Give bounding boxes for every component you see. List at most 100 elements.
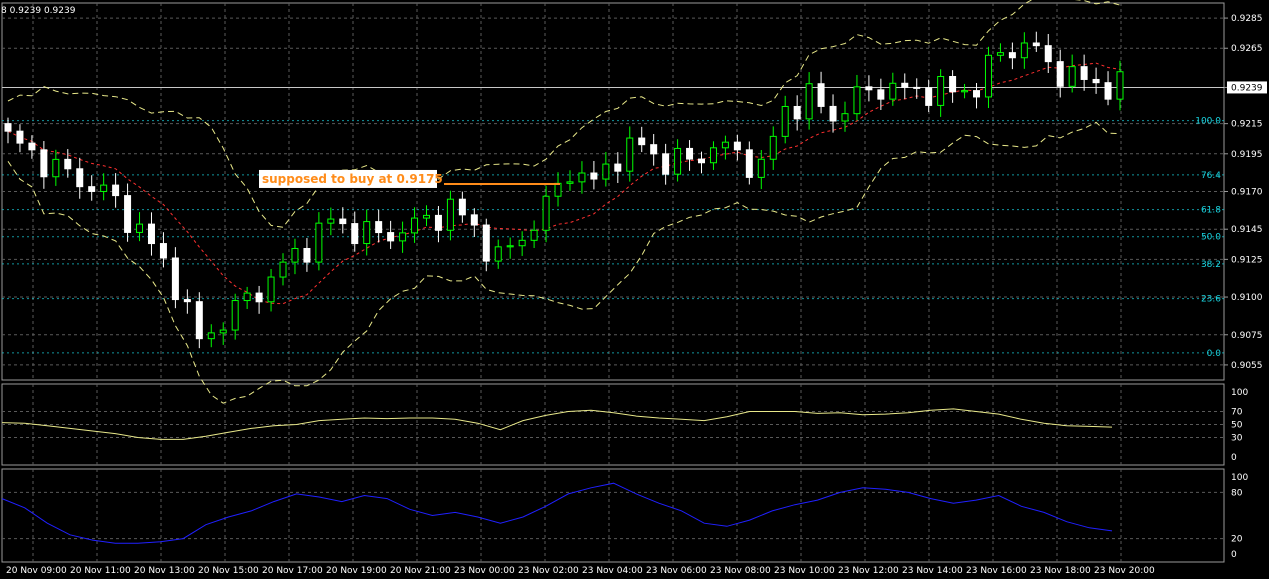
fib-level-label: 38.2 bbox=[1201, 260, 1221, 270]
candle-bear bbox=[973, 90, 981, 98]
candle-bear bbox=[877, 89, 885, 100]
candle-bear bbox=[1056, 61, 1064, 87]
candle-bull bbox=[267, 276, 275, 303]
candle-bull bbox=[554, 182, 562, 197]
candle-bull bbox=[100, 184, 108, 192]
stochastic-tick-label: 100 bbox=[1231, 473, 1248, 483]
candle-bear bbox=[793, 105, 801, 120]
time-tick-label: 23 Nov 08:00 bbox=[710, 566, 771, 576]
time-tick-label: 23 Nov 04:00 bbox=[582, 566, 643, 576]
candle-bull bbox=[721, 141, 729, 149]
candle-bull bbox=[841, 113, 849, 122]
fib-level-label: 100.0 bbox=[1195, 117, 1221, 127]
candle-bear bbox=[147, 223, 155, 245]
time-tick-label: 23 Nov 00:00 bbox=[454, 566, 515, 576]
candle-bear bbox=[482, 224, 490, 262]
candle-bull bbox=[411, 217, 419, 234]
candle-bear bbox=[387, 232, 395, 242]
fib-level-label: 61.8 bbox=[1201, 206, 1221, 216]
candle-bull bbox=[52, 158, 60, 178]
candle-bull bbox=[805, 83, 813, 120]
time-tick-label: 20 Nov 21:00 bbox=[390, 566, 451, 576]
price-tick-label: 0.9170 bbox=[1231, 188, 1263, 198]
annotation-text: supposed to buy at 0.9175 bbox=[262, 172, 443, 186]
candle-bear bbox=[901, 82, 909, 88]
candle-bear bbox=[590, 172, 598, 180]
time-tick-label: 20 Nov 15:00 bbox=[198, 566, 259, 576]
candle-bull bbox=[518, 239, 526, 247]
candle-bear bbox=[829, 105, 837, 122]
candle-bull bbox=[422, 214, 430, 219]
candle-bear bbox=[925, 87, 933, 106]
candle-bull bbox=[769, 135, 777, 160]
candle-bear bbox=[1104, 82, 1112, 100]
candle-bear bbox=[159, 243, 167, 259]
time-tick-label: 20 Nov 17:00 bbox=[262, 566, 323, 576]
candle-bear bbox=[817, 83, 825, 107]
candle-bear bbox=[470, 214, 478, 226]
candle-bear bbox=[1080, 66, 1088, 80]
current-price-label: 0.9239 bbox=[1231, 83, 1263, 93]
candle-bull bbox=[984, 54, 992, 98]
candle-bear bbox=[40, 149, 48, 178]
candle-bull bbox=[542, 195, 550, 231]
candle-bull bbox=[937, 76, 945, 106]
rsi-tick-label: 30 bbox=[1231, 434, 1243, 444]
price-tick-label: 0.9285 bbox=[1231, 14, 1263, 24]
candle-bull bbox=[327, 218, 335, 224]
candle-bear bbox=[1044, 45, 1052, 63]
candle-bull bbox=[602, 163, 610, 180]
candle-bear bbox=[614, 163, 622, 172]
candle-bull bbox=[674, 147, 682, 175]
candle-bear bbox=[375, 221, 383, 234]
candle-bear bbox=[171, 257, 179, 301]
stochastic-tick-label: 0 bbox=[1231, 550, 1237, 560]
header-text: 8 0.9239 0.9239 bbox=[1, 6, 76, 16]
candle-bear bbox=[745, 149, 753, 178]
candle-bear bbox=[339, 218, 347, 225]
candle-bull bbox=[853, 86, 861, 115]
candle-bull bbox=[494, 246, 502, 262]
time-tick-label: 23 Nov 18:00 bbox=[1030, 566, 1091, 576]
candle-bull bbox=[709, 147, 717, 164]
price-tick-label: 0.9125 bbox=[1231, 255, 1263, 265]
candle-bear bbox=[650, 144, 658, 155]
candle-bull bbox=[207, 332, 215, 340]
price-tick-label: 0.9100 bbox=[1231, 293, 1263, 303]
candle-bear bbox=[662, 153, 670, 175]
candle-bull bbox=[219, 329, 227, 334]
candle-bull bbox=[566, 181, 574, 184]
candle-bear bbox=[1032, 42, 1040, 47]
candle-bull bbox=[506, 245, 514, 248]
time-tick-label: 23 Nov 10:00 bbox=[774, 566, 835, 576]
price-tick-label: 0.9075 bbox=[1231, 331, 1263, 341]
time-tick-label: 20 Nov 09:00 bbox=[6, 566, 67, 576]
candle-bear bbox=[638, 137, 646, 146]
time-tick-label: 23 Nov 20:00 bbox=[1094, 566, 1155, 576]
candle-bull bbox=[231, 300, 239, 331]
candle-bull bbox=[136, 223, 144, 233]
time-tick-label: 23 Nov 14:00 bbox=[902, 566, 963, 576]
candle-bear bbox=[16, 130, 24, 144]
fib-level-label: 23.6 bbox=[1201, 295, 1221, 305]
candle-bull bbox=[578, 172, 586, 183]
rsi-tick-label: 0 bbox=[1231, 453, 1237, 463]
candle-bear bbox=[1092, 78, 1100, 84]
candle-bear bbox=[28, 142, 36, 151]
time-tick-label: 23 Nov 12:00 bbox=[838, 566, 899, 576]
candle-bull bbox=[363, 221, 371, 245]
candle-bull bbox=[243, 292, 251, 302]
candle-bull bbox=[315, 222, 323, 263]
candle-bear bbox=[183, 299, 191, 303]
candle-bear bbox=[865, 86, 873, 91]
candle-bear bbox=[76, 168, 84, 188]
price-tick-label: 0.9215 bbox=[1231, 120, 1263, 130]
forex-chart[interactable]: 100.076.461.850.038.223.60.0 1007050300 … bbox=[0, 0, 1269, 579]
time-tick-label: 20 Nov 13:00 bbox=[134, 566, 195, 576]
price-tick-label: 0.9195 bbox=[1231, 150, 1263, 160]
candle-bull bbox=[399, 232, 407, 242]
candle-bear bbox=[303, 247, 311, 263]
candle-bear bbox=[64, 158, 72, 170]
candle-bear bbox=[458, 198, 466, 216]
candle-bull bbox=[996, 52, 1004, 56]
